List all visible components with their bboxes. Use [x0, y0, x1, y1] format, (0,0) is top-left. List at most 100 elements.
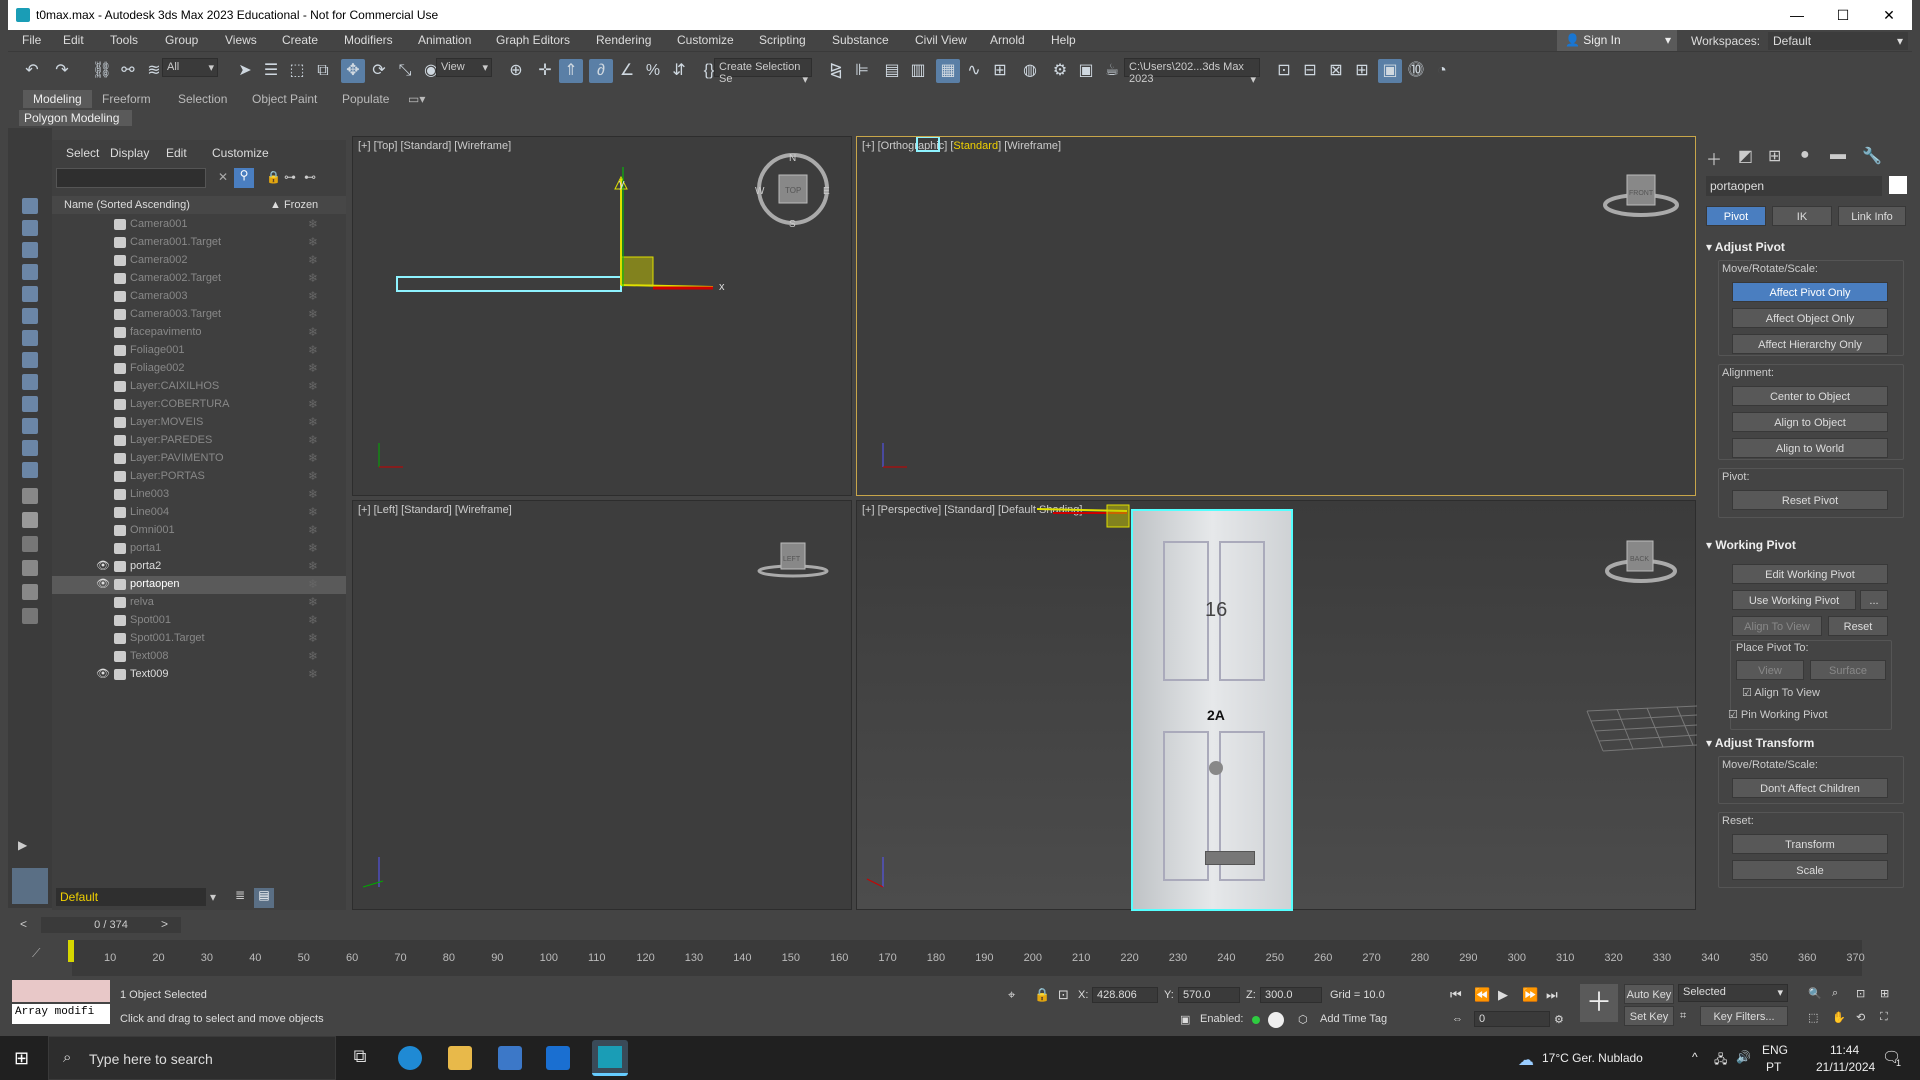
display-tab-icon[interactable]: ▬	[1830, 146, 1846, 164]
menu-views[interactable]: Views	[225, 33, 257, 47]
menu-group[interactable]: Group	[165, 33, 198, 47]
prev-key-icon[interactable]: ⏪	[1474, 987, 1490, 1003]
affect-pivot-only-button[interactable]: Affect Pivot Only	[1732, 282, 1888, 302]
hierarchy-icon[interactable]: ⊶	[284, 170, 296, 184]
menu-graph-editors[interactable]: Graph Editors	[496, 33, 570, 47]
scene-list-item[interactable]: Layer:MOVEIS ❄	[52, 414, 346, 432]
layer-dropdown[interactable]: Default	[56, 888, 206, 906]
find-icon[interactable]	[22, 608, 38, 624]
visibility-eye-icon[interactable]: 👁	[96, 577, 110, 590]
invert-display-icon[interactable]	[22, 536, 38, 552]
scene-list-item[interactable]: porta1 ❄	[52, 540, 346, 558]
frozen-toggle-icon[interactable]: ❄	[308, 613, 318, 627]
redo-icon[interactable]: ↷	[50, 59, 74, 83]
frozen-toggle-icon[interactable]: ❄	[308, 361, 318, 375]
scene-list-item[interactable]: Camera002.Target ❄	[52, 270, 346, 288]
viewport-layout-icon[interactable]	[12, 868, 48, 904]
menu-substance[interactable]: Substance	[832, 33, 889, 47]
display-helpers-icon[interactable]	[22, 308, 38, 324]
language-bottom[interactable]: PT	[1766, 1060, 1781, 1074]
current-frame-field[interactable]: 0	[1474, 1011, 1550, 1027]
viewport-left[interactable]: [+] [Left] [Standard] [Wireframe] LEFT	[352, 500, 852, 910]
ribbon-tab-populate[interactable]: Populate	[342, 92, 389, 106]
project-path-dropdown[interactable]: C:\Users\202...3ds Max 2023 ▾	[1124, 58, 1260, 86]
snaps-toggle-icon[interactable]: ∂	[589, 59, 613, 83]
scene-list-item[interactable]: Camera002 ❄	[52, 252, 346, 270]
display-cameras-icon[interactable]	[22, 286, 38, 302]
field-of-view-icon[interactable]: ⬚	[1808, 1011, 1818, 1024]
unlink-icon[interactable]: ⚯	[116, 59, 140, 83]
3dsmax-taskbar-icon[interactable]	[592, 1040, 628, 1076]
store-icon[interactable]	[498, 1046, 522, 1070]
ribbon-tab-modeling[interactable]: Modeling	[23, 90, 92, 108]
link-icon[interactable]: ⛓	[90, 59, 114, 83]
working-pivot-rollout[interactable]: ▾ Working Pivot	[1706, 538, 1796, 552]
scene-list-item[interactable]: 👁 portaopen ❄	[52, 576, 346, 594]
display-all-icon[interactable]	[22, 488, 38, 504]
frozen-toggle-icon[interactable]: ❄	[308, 415, 318, 429]
adjust-pivot-rollout[interactable]: ▾ Adjust Pivot	[1706, 240, 1785, 254]
render-production-icon[interactable]: ☕	[1100, 59, 1124, 83]
maximize-button[interactable]: ☐	[1820, 0, 1866, 30]
frozen-toggle-icon[interactable]: ❄	[308, 253, 318, 267]
menu-customize[interactable]: Customize	[677, 33, 734, 47]
menu-edit[interactable]: Edit	[63, 33, 84, 47]
ribbon-options-icon[interactable]: ▭▾	[408, 92, 425, 106]
auto-key-button[interactable]: Auto Key	[1624, 984, 1674, 1004]
reset-pivot-button[interactable]: Reset Pivot	[1732, 490, 1888, 510]
rendered-frame-icon[interactable]: ▣	[1074, 59, 1098, 83]
toggle-layer-explorer-icon[interactable]: ▥	[906, 59, 930, 83]
display-spacewarps-icon[interactable]	[22, 330, 38, 346]
utilities-tab-icon[interactable]: 🔧	[1862, 146, 1882, 166]
zoom-extents-icon[interactable]: ⊡	[1856, 987, 1865, 1000]
curve-editor-icon[interactable]: ∿	[962, 59, 986, 83]
x-coord-field[interactable]: 428.806	[1092, 987, 1158, 1003]
scene-menu-customize[interactable]: Customize	[212, 146, 269, 160]
polygon-modeling-panel[interactable]: Polygon Modeling	[19, 110, 132, 126]
edge-icon[interactable]	[398, 1046, 422, 1070]
align-to-world-button[interactable]: Align to World	[1732, 438, 1888, 458]
frozen-toggle-icon[interactable]: ❄	[308, 505, 318, 519]
selection-set-dropdown[interactable]: Create Selection Se ▾	[714, 58, 812, 86]
clock-date[interactable]: 21/11/2024	[1816, 1060, 1875, 1074]
affect-hierarchy-only-button[interactable]: Affect Hierarchy Only	[1732, 334, 1888, 354]
toolbar-icon-g[interactable]: ◔	[1430, 59, 1454, 83]
scene-list-item[interactable]: Line003 ❄	[52, 486, 346, 504]
object-color-swatch[interactable]	[1889, 176, 1907, 194]
sign-in-button[interactable]: 👤 Sign In ▾	[1557, 30, 1677, 51]
zoom-extents-all-icon[interactable]: ⊞	[1880, 987, 1889, 1000]
dont-affect-children-button[interactable]: Don't Affect Children	[1732, 778, 1888, 798]
frozen-toggle-icon[interactable]: ❄	[308, 577, 318, 591]
place-pivot-view-button[interactable]: View	[1736, 660, 1804, 680]
clear-search-icon[interactable]: ✕	[218, 170, 228, 184]
file-explorer-icon[interactable]	[448, 1046, 472, 1070]
motion-tab-icon[interactable]: ●	[1800, 146, 1810, 164]
key-mode-icon[interactable]: ⇔	[1452, 1013, 1463, 1025]
track-bar[interactable]	[72, 940, 1862, 976]
toolbar-icon-c[interactable]: ⊠	[1324, 59, 1348, 83]
orbit-icon[interactable]: ⟲	[1856, 1011, 1865, 1024]
frozen-toggle-icon[interactable]: ❄	[308, 307, 318, 321]
toolbar-icon-e[interactable]: ▣	[1378, 59, 1402, 83]
toolbar-icon-b[interactable]: ⊟	[1298, 59, 1322, 83]
chevron-up-icon[interactable]: ^	[1692, 1050, 1698, 1064]
adjust-transform-rollout[interactable]: ▾ Adjust Transform	[1706, 736, 1814, 750]
scene-list-item[interactable]: Camera001 ❄	[52, 216, 346, 234]
frozen-toggle-icon[interactable]: ❄	[308, 523, 318, 537]
time-config-icon[interactable]: ⚙	[1554, 1013, 1564, 1026]
frozen-toggle-icon[interactable]: ❄	[308, 397, 318, 411]
prev-frame-icon[interactable]: <	[20, 917, 27, 931]
toolbar-icon-a[interactable]: ⊡	[1272, 59, 1296, 83]
menu-modifiers[interactable]: Modifiers	[344, 33, 393, 47]
ribbon-tab-selection[interactable]: Selection	[178, 92, 227, 106]
scene-list-item[interactable]: Layer:PAREDES ❄	[52, 432, 346, 450]
expand-arrow-icon[interactable]: ▶	[18, 838, 27, 852]
isolate-selection-icon[interactable]: ⌖	[1008, 987, 1015, 1003]
scene-list-item[interactable]: Layer:CAIXILHOS ❄	[52, 378, 346, 396]
funnel-icon[interactable]	[22, 584, 38, 600]
frozen-toggle-icon[interactable]: ❄	[308, 541, 318, 555]
frozen-toggle-icon[interactable]: ❄	[308, 271, 318, 285]
place-pivot-surface-button[interactable]: Surface	[1810, 660, 1886, 680]
display-lights-icon[interactable]	[22, 264, 38, 280]
filter-toggle-icon[interactable]: ⚲	[234, 168, 254, 188]
